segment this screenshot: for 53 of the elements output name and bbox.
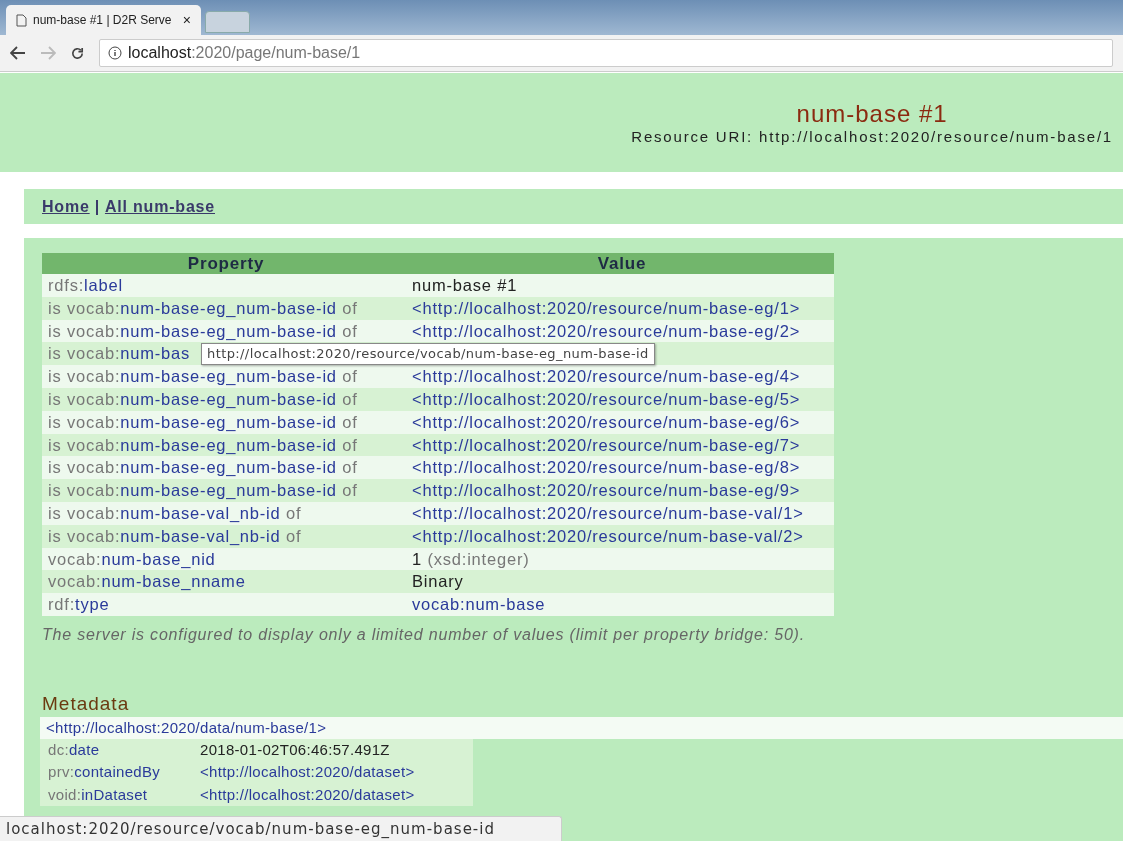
value-link[interactable]: <http://localhost:2020/dataset> [200,763,415,781]
property-cell: is vocab:num-base-eg_num-base-id of [42,410,410,434]
address-field[interactable]: localhost:2020/page/num-base/1 [99,39,1113,67]
property-cell: is vocab:num-base-eg_num-base-id of [42,456,410,480]
value-link[interactable]: <http://localhost:2020/resource/num-base-eg/5> [412,390,801,408]
status-bar: localhost:2020/resource/vocab/num-base-eg_num-base-id [0,816,562,841]
metadata-heading: Metadata [42,692,131,715]
value-link[interactable]: <http://localhost:2020/dataset> [200,785,415,803]
property-cell: is vocab:num-base-eg_num-base-id of [42,388,410,411]
value-link[interactable]: <http://localhost:2020/resource/num-base-eg/6> [412,412,801,431]
property-cell: is vocab:num-base-val_nb-id of [42,524,410,548]
nav-link[interactable]: All num-base [104,194,215,219]
value-text: 1 (xsd:integer) [412,549,530,568]
property-cell: dc:date [40,738,198,762]
value-link[interactable]: vocab:num-base [412,595,546,614]
value-text: 2018-01-02T06:46:57.491Z [200,740,390,758]
info-icon [108,46,122,60]
value-link[interactable]: <http://localhost:2020/resource/num-base-eg/4> [412,367,801,386]
tooltip: http://localhost:2020/resource/vocab/num-base-eg_num-base-id [201,343,655,365]
value-link[interactable]: <http://localhost:2020/resource/num-base-eg/2> [412,321,801,340]
column-header: Value [410,253,834,274]
property-cell: rdfs:label [42,274,410,297]
nav-link[interactable]: Home [42,194,90,219]
back-icon[interactable] [10,46,26,60]
property-cell: vocab:num-base_nid [42,547,410,571]
close-icon[interactable]: × [182,9,191,31]
value-text: Binary [412,572,464,591]
reload-icon[interactable] [70,45,85,61]
value-link[interactable]: <http://localhost:2020/resource/num-base-eg/8> [412,458,801,477]
property-cell: prv:containedBy [40,761,198,784]
browser-tab[interactable]: num-base #1 | D2R Serve × [6,5,201,35]
property-cell: rdf:type [42,593,410,616]
property-cell: vocab:num-base_nname [42,570,410,594]
property-cell: void:inDataset [40,783,198,807]
value-link[interactable]: <http://localhost:2020/resource/num-base-eg/9> [412,481,801,500]
column-header: Property [42,253,410,274]
property-cell: is vocab:num-base-eg_num-base-id of [42,319,410,343]
property-cell: is vocab:num-base-eg_num-base-id of [42,479,410,502]
subject-link[interactable]: <http://localhost:2020/data/num-base/1> [46,718,327,736]
limit-note: The server is configured to display only a limited number of values (limit per property bridge: 50). [42,624,806,645]
value-link[interactable]: <http://localhost:2020/resource/num-base-val/2> [412,526,804,545]
value-link[interactable]: <http://localhost:2020/resource/num-base-eg/1> [412,298,801,317]
property-cell: is vocab:num-base-eg_num-base-id of [42,296,410,320]
value-text: num-base #1 [412,276,518,294]
value-link[interactable]: <http://localhost:2020/resource/num-base-eg/7> [412,435,801,454]
property-cell: is vocab:num-base-eg_num-base-id of [42,365,410,388]
resource-uri: Resource URI: http://localhost:2020/resource/num-base/1 [631,127,1113,147]
page-icon [16,13,27,27]
value-link[interactable]: <http://localhost:2020/resource/num-base-val/1> [412,503,804,522]
page-title: num-base #1 [796,101,948,127]
separator: | [94,196,100,217]
property-cell: is vocab:num-base-eg_num-base-id of [42,433,410,457]
property-cell: is vocab:num-base-val_nb-id of [42,501,410,525]
